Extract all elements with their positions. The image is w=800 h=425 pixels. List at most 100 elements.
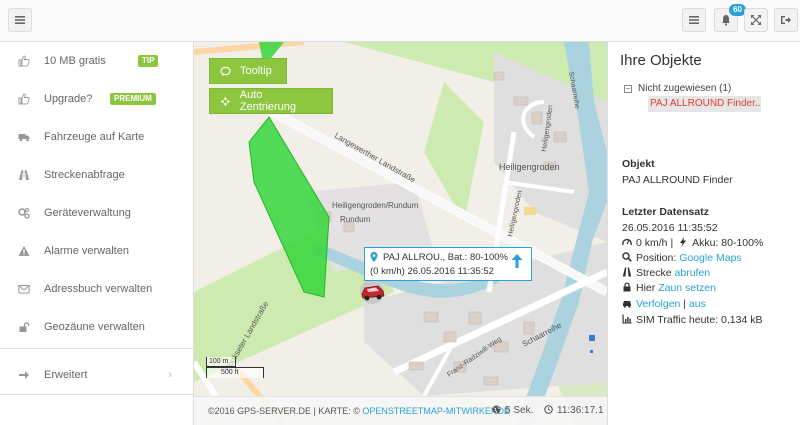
lock-icon <box>623 282 631 292</box>
heading-arrow-icon <box>511 254 523 268</box>
lock-icon <box>19 321 30 332</box>
map-view[interactable]: Langewerther Landstraße Hookseter Landst… <box>194 42 607 425</box>
chevron-right-icon: › <box>168 368 172 381</box>
objects-panel: Ihre Objekte − Nicht zugewiesen (1) PAJ … <box>607 42 800 425</box>
object-name: PAJ ALLROUND Finder <box>622 174 733 186</box>
vehicle-popup[interactable]: PAJ ALLROU., Bat.: 80-100% (0 km/h) 26.0… <box>364 247 532 281</box>
update-interval-value: 5 Sek. <box>505 405 534 416</box>
logout-icon <box>781 16 791 24</box>
road-icon <box>622 267 632 277</box>
osm-link[interactable]: OPENSTREETMAP-MITWIRKENDE <box>362 406 510 416</box>
sidebar-item-devices[interactable]: Geräteverwaltung <box>0 194 193 231</box>
object-list-item[interactable]: PAJ ALLROUND Finder... <box>648 96 761 112</box>
map-copyright: ©2016 GPS-SERVER.DE | KARTE: © OPENSTREE… <box>208 406 510 416</box>
warning-icon <box>18 245 30 256</box>
tooltip-button[interactable]: Tooltip <box>209 58 287 84</box>
map-clock: 11:36:17.1 <box>544 405 604 416</box>
truck-icon <box>18 133 30 141</box>
road-label: Schaarreihe <box>567 71 580 109</box>
geofence-line: Hier Zaun setzen <box>622 282 716 294</box>
sidebar-item-route-query[interactable]: Streckenabfrage <box>0 156 193 193</box>
bar-chart-icon <box>622 314 632 324</box>
globe-icon <box>492 405 501 414</box>
sidebar-item-label: Geräteverwaltung <box>44 206 131 219</box>
sidebar-item-geofences[interactable]: Geozäune verwalten <box>0 308 193 345</box>
sidebar-item-upgrade[interactable]: Upgrade? PREMIUM <box>0 80 193 117</box>
road-label: Langewerther Landstraße <box>333 131 417 185</box>
speed-battery-line: 0 km/h | Akku: 80-100% <box>622 237 763 249</box>
map-scale: 100 m 500 ft <box>206 357 266 379</box>
sidebar-item-label: Geozäune verwalten <box>44 320 145 333</box>
comment-icon <box>220 66 231 76</box>
scale-meters: 100 m <box>206 357 236 367</box>
premium-badge: PREMIUM <box>110 92 156 105</box>
clock-value: 11:36:17.1 <box>557 405 604 416</box>
menu-toggle-button[interactable] <box>8 8 32 32</box>
tooltip-button-label: Tooltip <box>240 65 272 77</box>
cogs-icon <box>18 207 30 219</box>
sidebar-item-label: Erweitert <box>44 368 88 381</box>
thumbs-up-icon <box>18 55 30 66</box>
clock-icon <box>544 405 553 414</box>
place-label: Heiligengroden <box>499 162 560 172</box>
envelope-icon <box>18 284 30 293</box>
auto-center-button-label: Auto Zentrierung <box>239 89 297 113</box>
sidebar-item-free-mb[interactable]: 10 MB gratis TIP <box>0 42 193 79</box>
sim-traffic-line: SIM Traffic heute: 0,134 kB <box>622 314 762 326</box>
position-line: Position: Google Maps <box>622 252 742 264</box>
set-geofence-link[interactable]: Zaun setzen <box>658 282 716 294</box>
sidebar-item-label: Fahrzeuge auf Karte <box>44 130 145 143</box>
last-record-timestamp: 26.05.2016 11:35:52 <box>622 222 718 234</box>
sidebar: 10 MB gratis TIP Upgrade? PREMIUM Fahrze… <box>0 42 194 425</box>
bell-icon <box>722 15 730 26</box>
bolt-icon <box>680 237 687 247</box>
battery-value: Akku: 80-100% <box>692 237 764 249</box>
route-line: Strecke abrufen <box>622 267 710 279</box>
road-label: Heiligengroden <box>507 190 524 238</box>
vehicle-marker-icon[interactable] <box>360 282 386 302</box>
separator: | <box>670 237 674 249</box>
list-button[interactable] <box>682 8 706 32</box>
search-icon <box>622 252 632 262</box>
update-interval[interactable]: 5 Sek. <box>492 405 533 416</box>
last-record-heading: Letzter Datensatz <box>622 206 709 218</box>
arrow-right-icon <box>19 370 29 379</box>
fullscreen-button[interactable] <box>744 8 768 32</box>
auto-center-button[interactable]: Auto Zentrierung <box>209 88 333 114</box>
route-label: Strecke <box>636 267 672 279</box>
google-maps-link[interactable]: Google Maps <box>679 252 741 264</box>
car-icon <box>623 301 631 308</box>
tip-badge: TIP <box>138 54 159 67</box>
sidebar-item-addressbook[interactable]: Adressbuch verwalten <box>0 270 193 307</box>
logout-button[interactable] <box>774 8 798 32</box>
collapse-toggle-icon[interactable]: − <box>624 85 632 93</box>
expand-icon <box>751 15 761 25</box>
follow-line: Verfolgen | aus <box>622 298 706 310</box>
object-heading: Objekt <box>622 158 655 170</box>
separator: | <box>683 298 687 310</box>
panel-title: Ihre Objekte <box>620 52 702 69</box>
menu-icon <box>15 16 25 24</box>
sidebar-item-advanced[interactable]: Erweitert › <box>0 356 193 393</box>
follow-off-link[interactable]: aus <box>689 298 706 310</box>
position-label: Position: <box>636 252 677 264</box>
sidebar-item-alarms[interactable]: Alarme verwalten <box>0 232 193 269</box>
geofence-label: Hier <box>636 282 656 294</box>
sidebar-item-vehicles[interactable]: Fahrzeuge auf Karte <box>0 118 193 155</box>
group-label[interactable]: Nicht zugewiesen (1) <box>638 83 731 94</box>
popup-status: (0 km/h) 26.05.2016 11:35:52 <box>370 266 494 277</box>
sidebar-item-label: Streckenabfrage <box>44 168 125 181</box>
area-label: Rundum <box>340 215 371 224</box>
notifications-button[interactable]: 60 <box>714 4 746 32</box>
sidebar-item-label: 10 MB gratis <box>44 54 106 67</box>
route-query-link[interactable]: abrufen <box>675 267 711 279</box>
road-icon <box>19 169 29 180</box>
follow-link[interactable]: Verfolgen <box>636 298 680 310</box>
thumbs-up-icon <box>18 93 30 104</box>
sidebar-divider <box>0 394 193 395</box>
road-label: Schaarreihe <box>521 320 564 348</box>
copyright-text: ©2016 GPS-SERVER.DE | KARTE: © <box>208 406 360 416</box>
sidebar-item-label: Adressbuch verwalten <box>44 282 153 295</box>
road-label: Franz-Radziwill-Weg <box>446 336 503 379</box>
area-label: Heiligengroden/Rundum <box>332 201 419 210</box>
